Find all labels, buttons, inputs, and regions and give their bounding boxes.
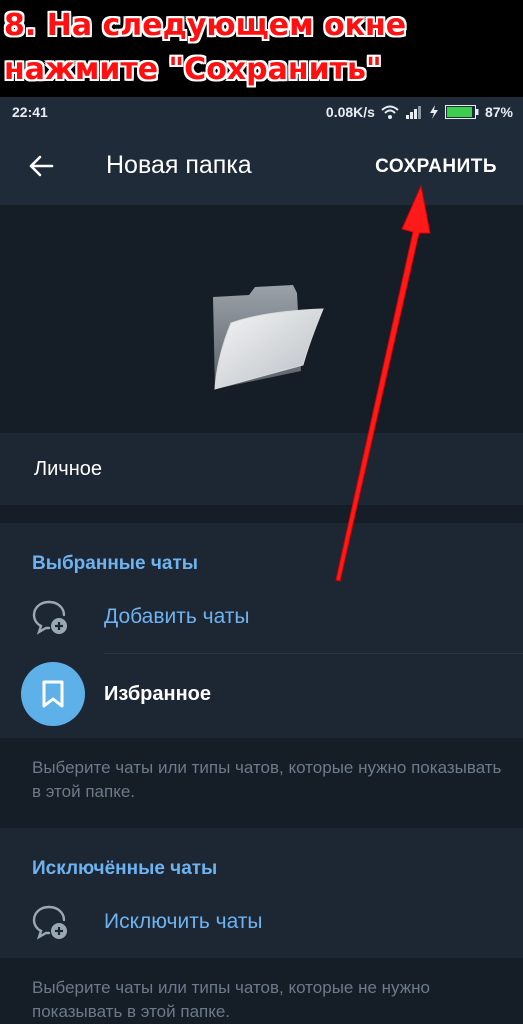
back-arrow-icon[interactable]: [26, 151, 56, 181]
top-toolbar: Новая папка СОХРАНИТЬ: [0, 127, 523, 205]
folder-icon: [213, 285, 324, 390]
chat-name: Избранное: [104, 683, 212, 705]
instruction-line-2: нажмите "Сохранить": [4, 52, 382, 87]
instruction-line-1: 8. На следующем окне: [4, 8, 407, 43]
folder-name-field[interactable]: Личное: [0, 433, 523, 505]
save-button[interactable]: СОХРАНИТЬ: [375, 156, 497, 178]
excluded-hint: Выберите чаты или типы чатов, которые не…: [32, 978, 430, 1021]
exclude-chats-row[interactable]: Исключить чаты: [0, 890, 523, 958]
included-hint-area: Выберите чаты или типы чатов, которые ну…: [0, 738, 523, 828]
battery-percent: 87%: [484, 104, 513, 120]
section-gap: [0, 505, 523, 523]
add-chats-row[interactable]: Добавить чаты: [0, 585, 523, 653]
signal-icon: [405, 106, 421, 119]
wifi-icon: [381, 105, 399, 119]
folder-name-value: Личное: [34, 458, 103, 480]
excluded-chats-header: Исключённые чаты: [32, 858, 218, 879]
excluded-chats-section: Исключённые чаты Исключить чаты: [0, 828, 523, 958]
add-chats-label: Добавить чаты: [104, 605, 250, 628]
status-indicators: 0.08K/s 87%: [326, 104, 513, 120]
status-bar: 22:41 0.08K/s 87%: [0, 97, 523, 127]
network-speed: 0.08K/s: [325, 104, 375, 120]
included-chats-header: Выбранные чаты: [32, 553, 199, 574]
page-title: Новая папка: [106, 151, 252, 179]
charging-icon: [429, 105, 438, 119]
included-chats-section: Выбранные чаты Добавить чаты Избранное: [0, 523, 523, 738]
status-time: 22:41: [12, 104, 48, 120]
bookmark-icon: [42, 680, 64, 708]
battery-icon: [444, 105, 479, 119]
exclude-chats-label: Исключить чаты: [104, 910, 263, 933]
exclude-chat-icon: [32, 905, 67, 940]
excluded-hint-area: Выберите чаты или типы чатов, которые не…: [0, 958, 523, 1024]
chat-row-favorites[interactable]: Избранное: [0, 654, 523, 738]
folder-preview: [0, 205, 523, 433]
included-hint: Выберите чаты или типы чатов, которые ну…: [32, 758, 502, 801]
avatar: [21, 662, 85, 726]
add-chat-icon: [32, 600, 67, 635]
instruction-banner: 8. На следующем окне нажмите "Сохранить": [0, 0, 523, 97]
